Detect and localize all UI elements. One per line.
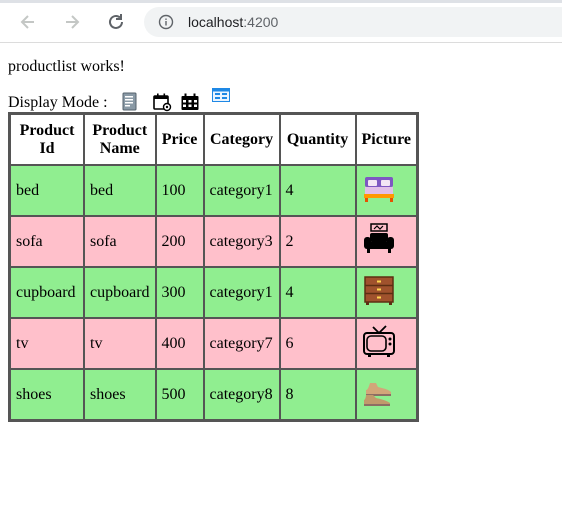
- cell-price: 300: [155, 267, 204, 318]
- cell-category: category1: [203, 165, 280, 216]
- cupboard-icon: [363, 276, 394, 305]
- cell-product-name: cupboard: [84, 267, 156, 318]
- header-product-id: Product Id: [10, 114, 84, 165]
- url-text: localhost:4200: [188, 14, 278, 30]
- document-icon[interactable]: [122, 92, 138, 112]
- status-text: productlist works!: [8, 58, 125, 75]
- reload-icon: [109, 14, 123, 29]
- cell-product-id: cupboard: [10, 267, 84, 318]
- cell-price: 100: [155, 165, 204, 216]
- cell-picture: [355, 369, 417, 420]
- cell-picture: [355, 267, 417, 318]
- cell-category: category1: [203, 267, 280, 318]
- cell-quantity: 8: [279, 369, 356, 420]
- sofa-icon: [363, 223, 394, 253]
- cell-price: 500: [155, 369, 204, 420]
- cell-quantity: 4: [279, 165, 356, 216]
- cell-product-name: tv: [84, 318, 156, 369]
- table-row: shoes shoes 500 category8 8: [10, 369, 417, 420]
- cell-picture: [355, 216, 417, 267]
- display-mode-label: Display Mode :: [8, 94, 108, 111]
- display-mode-bar: Display Mode :: [8, 88, 562, 112]
- grid-table-icon[interactable]: [211, 88, 230, 102]
- bed-icon: [363, 177, 394, 202]
- cell-price: 400: [155, 318, 204, 369]
- table-header-row: Product Id Product Name Price Category Qua…: [10, 114, 417, 165]
- cell-category: category3: [203, 216, 280, 267]
- info-icon: [158, 14, 174, 30]
- arrow-right-icon: [66, 15, 80, 29]
- cell-product-id: sofa: [10, 216, 84, 267]
- header-product-name: Product Name: [84, 114, 156, 165]
- cell-picture: [355, 318, 417, 369]
- cell-category: category8: [203, 369, 280, 420]
- header-category: Category: [203, 114, 280, 165]
- cell-product-id: bed: [10, 165, 84, 216]
- shoes-icon: [363, 383, 391, 406]
- url-host: localhost: [188, 14, 244, 30]
- cell-product-name: bed: [84, 165, 156, 216]
- cell-product-name: shoes: [84, 369, 156, 420]
- header-price: Price: [155, 114, 204, 165]
- calendar-view-icon[interactable]: [152, 92, 172, 112]
- header-picture: Picture: [355, 114, 417, 165]
- cell-price: 200: [155, 216, 204, 267]
- tab-strip-edge: [0, 0, 562, 3]
- calendar-icon[interactable]: [180, 92, 200, 112]
- cell-category: category7: [203, 318, 280, 369]
- cell-quantity: 4: [279, 267, 356, 318]
- product-table: Product Id Product Name Price Category Qua…: [8, 112, 419, 422]
- address-bar[interactable]: localhost:4200: [144, 7, 562, 37]
- cell-quantity: 6: [279, 318, 356, 369]
- forward-button[interactable]: [60, 10, 84, 34]
- table-row: cupboard cupboard 300 category1 4: [10, 267, 417, 318]
- url-port: :4200: [243, 14, 279, 30]
- cell-product-name: sofa: [84, 216, 156, 267]
- cell-picture: [355, 165, 417, 216]
- page-content: productlist works! Display Mode : Produc…: [8, 42, 562, 422]
- table-row: tv tv 400 category7 6: [10, 318, 417, 369]
- header-quantity: Quantity: [279, 114, 356, 165]
- table-row: sofa sofa 200 category3 2: [10, 216, 417, 267]
- cell-quantity: 2: [279, 216, 356, 267]
- reload-button[interactable]: [104, 10, 128, 34]
- back-button[interactable]: [16, 10, 40, 34]
- cell-product-id: shoes: [10, 369, 84, 420]
- browser-toolbar: localhost:4200: [0, 0, 562, 43]
- arrow-left-icon: [20, 15, 34, 29]
- table-row: bed bed 100 category1 4: [10, 165, 417, 216]
- tv-icon: [362, 325, 395, 357]
- cell-product-id: tv: [10, 318, 84, 369]
